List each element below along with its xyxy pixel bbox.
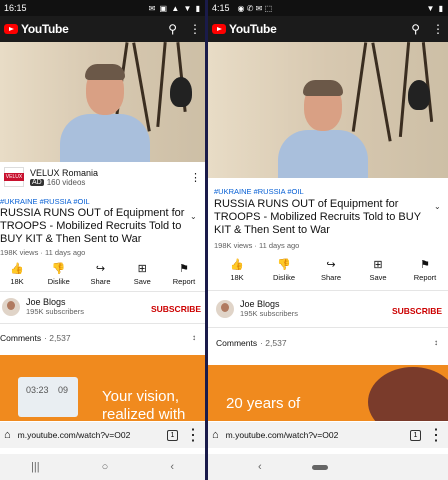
browser-toolbar: ⌂ m.youtube.com/watch?v=O02 1 ⋮: [0, 422, 205, 448]
save-button[interactable]: ⊞ Save: [125, 263, 159, 286]
home-icon[interactable]: ⌂: [4, 429, 11, 441]
menu-icon[interactable]: ⋮: [428, 425, 444, 445]
subscribe-button[interactable]: SUBSCRIBE: [392, 306, 442, 316]
video-player[interactable]: [208, 42, 448, 178]
battery-icon: ▼ ▮: [426, 3, 444, 13]
monkey-figure: [170, 77, 192, 107]
save-icon: ⊞: [373, 259, 383, 271]
youtube-brand: YouTube: [229, 22, 277, 36]
url-field[interactable]: m.youtube.com/watch?v=O02: [226, 430, 403, 440]
ad-row[interactable]: VELUX VELUX Romania AD 160 videos ⋮: [0, 162, 205, 192]
comments-header[interactable]: Comments · 2,537: [216, 338, 287, 348]
video-meta: 198K views · 11 days ago: [0, 248, 86, 257]
comments-header[interactable]: Comments · 2,537: [0, 333, 71, 343]
youtube-play-icon: [4, 24, 18, 34]
video-title[interactable]: RUSSIA RUNS OUT of Equipment for TROOPS …: [0, 207, 188, 246]
dislike-button[interactable]: 👎 Dislike: [42, 263, 76, 286]
youtube-logo[interactable]: YouTube: [212, 22, 277, 36]
search-icon[interactable]: ⚲: [168, 22, 177, 36]
left-window: 16:15 ✉ ▣ ▲ ▼ ▮ YouTube ⚲ ⋮ VELUX VELUX …: [0, 0, 205, 480]
channel-row[interactable]: Joe Blogs 195K subscribers: [2, 297, 84, 316]
subscribe-button[interactable]: SUBSCRIBE: [151, 304, 201, 314]
thumb-down-icon: 👎: [277, 259, 291, 271]
save-button[interactable]: ⊞ Save: [361, 259, 395, 282]
youtube-header: YouTube ⚲ ⋮: [208, 16, 448, 42]
home-icon[interactable]: ⌂: [212, 429, 219, 441]
promo-image: [368, 367, 448, 421]
promo-text: Your vision, realized with: [102, 388, 186, 421]
search-icon[interactable]: ⚲: [411, 22, 420, 36]
share-icon: ↪: [95, 263, 106, 275]
channel-subs: 195K subscribers: [26, 307, 84, 316]
system-nav: ||| ○ ‹: [0, 454, 205, 480]
expand-comments-icon[interactable]: ↕: [434, 338, 438, 347]
tabs-button[interactable]: 1: [167, 429, 178, 441]
thumb-down-icon: 👎: [51, 263, 66, 275]
system-nav: ‹: [208, 454, 448, 480]
home-pill[interactable]: [311, 464, 328, 470]
save-icon: ⊞: [137, 263, 147, 275]
share-icon: ↪: [326, 259, 336, 271]
ad-badge: AD: [30, 178, 44, 186]
report-button[interactable]: ⚑ Report: [167, 263, 201, 286]
dislike-button[interactable]: 👎 Dislike: [267, 259, 301, 282]
youtube-header: YouTube ⚲ ⋮: [0, 16, 205, 42]
thumb-up-icon: 👍: [10, 263, 24, 275]
share-button[interactable]: ↪ Share: [314, 259, 348, 282]
status-bar: 16:15 ✉ ▣ ▲ ▼ ▮: [0, 0, 205, 16]
expand-icon[interactable]: ⌄: [190, 212, 197, 221]
youtube-brand: YouTube: [21, 22, 69, 36]
right-window: 4:15 ◉ ✆ ✉ ⬚ ▼ ▮ YouTube ⚲ ⋮ #UKRAINE #R…: [208, 0, 448, 480]
home-nav-icon[interactable]: ○: [102, 461, 109, 473]
ad-menu-icon[interactable]: ⋮: [190, 171, 201, 184]
report-button[interactable]: ⚑ Report: [408, 259, 442, 282]
recents-icon[interactable]: |||: [31, 461, 40, 473]
like-button[interactable]: 👍 18K: [0, 263, 34, 286]
youtube-play-icon: [212, 24, 226, 34]
menu-icon[interactable]: ⋮: [185, 425, 201, 445]
ad-videos: 160 videos: [46, 177, 86, 187]
status-time: 4:15: [212, 3, 230, 13]
video-player[interactable]: [0, 42, 205, 162]
channel-name: Joe Blogs: [26, 297, 66, 307]
avatar: [216, 299, 234, 318]
ad-name: VELUX Romania: [30, 167, 99, 178]
video-title[interactable]: RUSSIA RUNS OUT of Equipment for TROOPS …: [214, 198, 426, 237]
video-tags[interactable]: #UKRAINE #RUSSIA #OIL: [0, 197, 90, 206]
browser-toolbar: ⌂ m.youtube.com/watch?v=O02 1 ⋮: [208, 422, 448, 448]
like-button[interactable]: 👍 18K: [220, 259, 254, 282]
flag-icon: ⚑: [420, 259, 430, 271]
flag-icon: ⚑: [179, 263, 189, 275]
product-image: 03:23 09: [18, 377, 78, 417]
video-meta: 198K views · 11 days ago: [214, 241, 300, 250]
share-button[interactable]: ↪ Share: [84, 263, 118, 286]
thumb-up-icon: 👍: [230, 259, 244, 271]
back-icon[interactable]: ‹: [170, 461, 174, 473]
ad-banner[interactable]: 03:23 09 Your vision, realized with: [0, 355, 205, 421]
ad-banner[interactable]: 20 years of: [208, 365, 448, 421]
action-bar: 👍 18K 👎 Dislike ↪ Share ⊞ Save ⚑ Report: [220, 259, 442, 282]
monkey-figure: [408, 80, 430, 110]
expand-icon[interactable]: ⌄: [434, 202, 441, 211]
tabs-button[interactable]: 1: [410, 429, 421, 441]
video-tags[interactable]: #UKRAINE #RUSSIA #OIL: [214, 187, 304, 196]
status-icons: ✉ ▣ ▲ ▼ ▮: [148, 3, 201, 13]
action-bar: 👍 18K 👎 Dislike ↪ Share ⊞ Save ⚑ Report: [0, 263, 201, 286]
url-field[interactable]: m.youtube.com/watch?v=O02: [18, 430, 160, 440]
channel-row[interactable]: Joe Blogs 195K subscribers: [216, 299, 298, 318]
status-bar: 4:15 ◉ ✆ ✉ ⬚ ▼ ▮: [208, 0, 448, 16]
status-icons: ◉ ✆ ✉ ⬚: [237, 3, 273, 13]
more-vert-icon[interactable]: ⋮: [432, 22, 444, 36]
velux-logo: VELUX: [3, 167, 25, 187]
youtube-logo[interactable]: YouTube: [4, 22, 69, 36]
more-vert-icon[interactable]: ⋮: [189, 22, 201, 36]
back-icon[interactable]: ‹: [258, 461, 262, 473]
promo-text: 20 years of: [226, 395, 301, 412]
channel-name: Joe Blogs: [240, 299, 280, 309]
expand-comments-icon[interactable]: ↕: [192, 333, 196, 342]
avatar: [2, 297, 20, 316]
status-time: 16:15: [4, 3, 27, 13]
channel-subs: 195K subscribers: [240, 309, 298, 318]
